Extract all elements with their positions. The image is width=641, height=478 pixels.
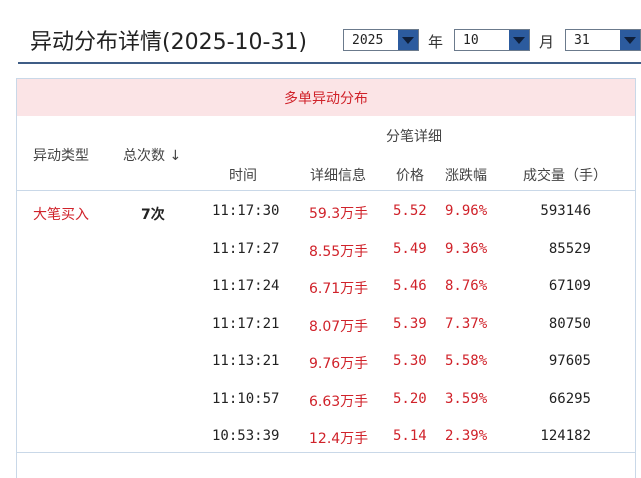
- row-volume: 97605: [548, 353, 591, 369]
- chevron-down-icon[interactable]: [398, 30, 418, 50]
- row-change: 9.36%: [445, 240, 488, 257]
- row-detail: 6.63万手: [309, 393, 369, 410]
- row-change: 9.96%: [445, 203, 488, 219]
- row-volume: 85529: [548, 240, 591, 257]
- row-volume: 593146: [540, 203, 591, 219]
- col-header-count-label: 总次数: [123, 148, 165, 164]
- year-select[interactable]: 2025: [343, 29, 419, 51]
- row-price: 5.49: [393, 240, 427, 257]
- col-header-time: 时间: [229, 168, 257, 184]
- chevron-down-icon[interactable]: [509, 30, 529, 50]
- header-divider: [17, 190, 635, 191]
- row-volume: 124182: [540, 428, 591, 444]
- sort-arrow-icon[interactable]: ↓: [169, 148, 181, 164]
- day-select-value: 31: [574, 32, 590, 48]
- col-header-change: 涨跌幅: [445, 168, 487, 184]
- row-time: 11:17:21: [212, 315, 280, 332]
- row-price: 5.20: [393, 390, 427, 407]
- col-header-count[interactable]: 总次数 ↓: [123, 145, 181, 165]
- month-select-value: 10: [463, 32, 479, 48]
- distribution-panel: 多单异动分布 异动类型 总次数 ↓ 分笔详细 时间 详细信息 价格 涨跌幅 成交…: [16, 78, 636, 478]
- row-detail: 59.3万手: [309, 206, 369, 222]
- row-change: 7.37%: [445, 315, 488, 332]
- row-time: 11:13:21: [212, 353, 280, 369]
- row-detail: 6.71万手: [309, 281, 369, 297]
- day-select[interactable]: 31: [565, 29, 641, 51]
- col-group-header: 分笔详细: [386, 129, 442, 145]
- row-price: 5.14: [393, 428, 427, 444]
- row-change: 3.59%: [445, 390, 488, 407]
- month-unit-label: 月: [539, 33, 555, 51]
- row-time: 11:17:30: [212, 203, 280, 219]
- row-time: 11:17:24: [212, 278, 280, 294]
- col-header-detail: 详细信息: [310, 168, 366, 184]
- row-detail: 8.55万手: [309, 243, 369, 260]
- row-change: 8.76%: [445, 278, 488, 294]
- row-time: 10:53:39: [212, 428, 280, 444]
- row-time: 11:10:57: [212, 390, 280, 407]
- row-detail: 9.76万手: [309, 356, 369, 372]
- anomaly-type: 大笔买入: [33, 207, 89, 223]
- row-price: 5.30: [393, 353, 427, 369]
- section-banner: 多单异动分布: [17, 79, 635, 116]
- year-unit-label: 年: [428, 33, 444, 51]
- col-header-type: 异动类型: [33, 148, 89, 164]
- row-price: 5.46: [393, 278, 427, 294]
- panel-bottom-border: [16, 452, 636, 453]
- month-select[interactable]: 10: [454, 29, 530, 51]
- col-header-price: 价格: [396, 168, 424, 184]
- row-change: 5.58%: [445, 353, 488, 369]
- row-volume: 67109: [548, 278, 591, 294]
- anomaly-count: 7次: [141, 207, 165, 223]
- row-volume: 80750: [548, 315, 591, 332]
- page-title: 异动分布详情(2025-10-31): [30, 30, 308, 55]
- year-select-value: 2025: [352, 32, 384, 48]
- title-divider: [18, 62, 641, 64]
- row-volume: 66295: [548, 390, 591, 407]
- row-time: 11:17:27: [212, 240, 280, 257]
- row-price: 5.52: [393, 203, 427, 219]
- row-detail: 8.07万手: [309, 318, 369, 335]
- row-price: 5.39: [393, 315, 427, 332]
- row-change: 2.39%: [445, 428, 488, 444]
- row-detail: 12.4万手: [309, 431, 369, 447]
- col-header-volume: 成交量（手）: [523, 168, 607, 184]
- chevron-down-icon[interactable]: [620, 30, 640, 50]
